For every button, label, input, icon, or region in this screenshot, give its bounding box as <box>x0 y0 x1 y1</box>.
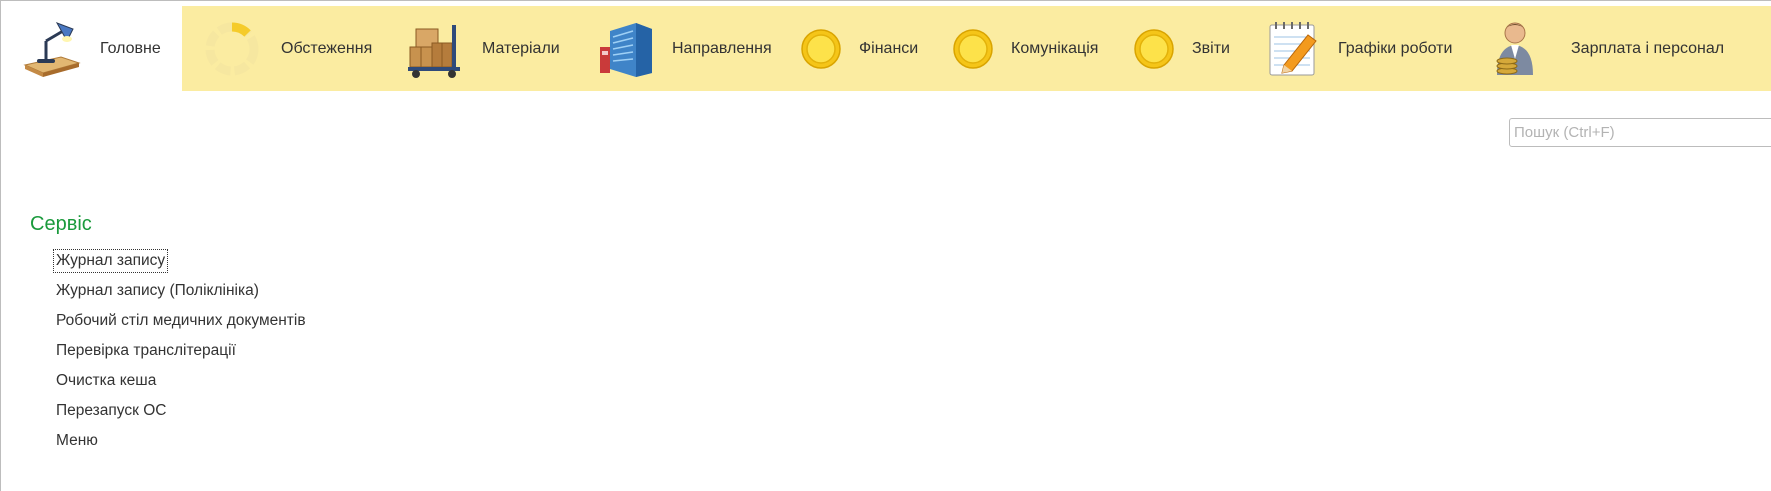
section-reports[interactable]: Звіти <box>1114 6 1252 91</box>
desk-lamp-icon <box>21 19 81 79</box>
section-finance[interactable]: Фінанси <box>781 6 933 91</box>
command-transliteration-check[interactable]: Перевірка транслітерації <box>53 339 309 369</box>
yellow-circle-icon <box>791 19 851 79</box>
section-referrals[interactable]: Направлення <box>576 6 781 91</box>
section-communication[interactable]: Комунікація <box>933 6 1114 91</box>
section-label-materials: Матеріали <box>482 39 560 57</box>
group-title-service: Сервіс <box>30 213 92 235</box>
section-salary-personnel[interactable]: Зарплата і персонал <box>1473 6 1771 91</box>
person-coins-icon <box>1485 19 1545 79</box>
boxes-cart-icon <box>406 19 466 79</box>
yellow-circle-icon <box>943 19 1003 79</box>
command-restart-os[interactable]: Перезапуск ОС <box>53 399 309 429</box>
section-materials[interactable]: Матеріали <box>386 6 576 91</box>
command-appointment-log-polyclinic[interactable]: Журнал запису (Поліклініка) <box>53 279 309 309</box>
section-label-salary-personnel: Зарплата і персонал <box>1571 39 1725 57</box>
section-label-reports: Звіти <box>1192 39 1230 57</box>
yellow-circle-icon <box>1124 19 1184 79</box>
loading-spinner-icon <box>202 19 262 79</box>
command-appointment-log[interactable]: Журнал запису <box>53 249 309 279</box>
command-menu[interactable]: Меню <box>53 429 309 459</box>
section-main[interactable]: Головне <box>1 6 182 91</box>
section-work-schedules[interactable]: Графіки роботи <box>1252 6 1473 91</box>
section-examinations[interactable]: Обстеження <box>182 6 386 91</box>
search-input[interactable] <box>1509 118 1771 147</box>
command-medical-documents-desktop[interactable]: Робочий стіл медичних документів <box>53 309 309 339</box>
section-label-examinations: Обстеження <box>281 39 373 57</box>
building-icon <box>596 19 656 79</box>
section-label-finance: Фінанси <box>859 39 919 57</box>
section-label-communication: Комунікація <box>1011 39 1099 57</box>
app-window: Головне Обстеження Матеріали Направлення… <box>0 0 1771 491</box>
section-label-work-schedules: Графіки роботи <box>1338 39 1453 57</box>
sections-panel: Головне Обстеження Матеріали Направлення… <box>1 6 1771 91</box>
command-clear-cache[interactable]: Очистка кеша <box>53 369 309 399</box>
service-command-list: Журнал запису Журнал запису (Поліклініка… <box>53 249 309 459</box>
section-label-main: Головне <box>100 39 161 57</box>
notepad-pencil-icon <box>1264 19 1324 79</box>
section-label-referrals: Направлення <box>672 39 772 57</box>
